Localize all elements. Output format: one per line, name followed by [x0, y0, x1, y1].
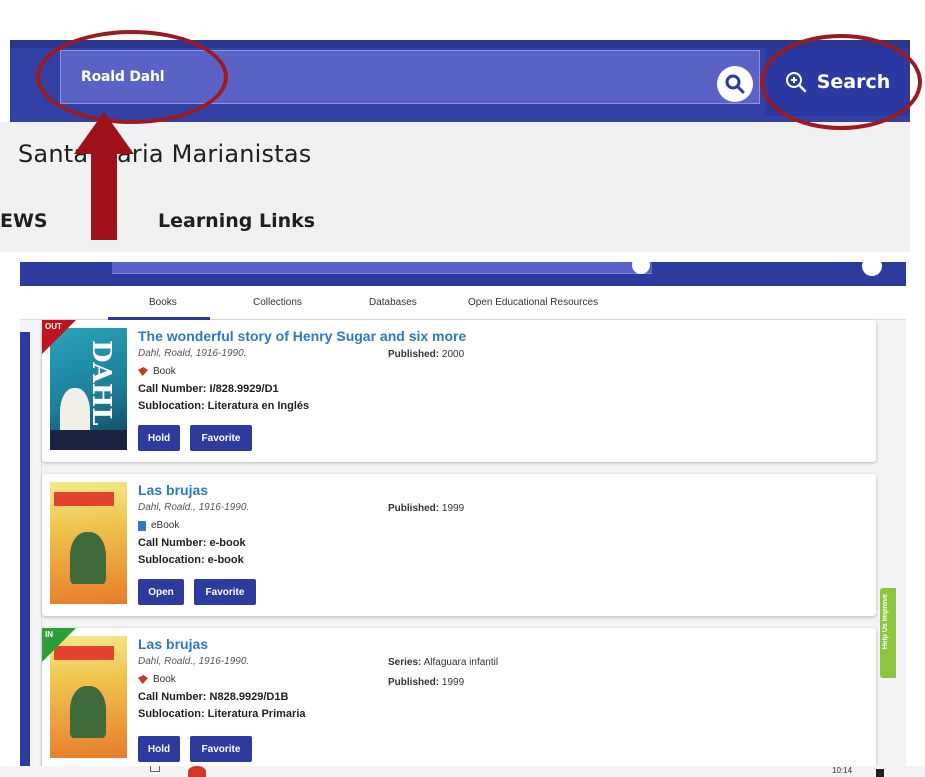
call-number-label: Call Number:: [138, 537, 207, 549]
availability-label: OUT: [45, 322, 62, 331]
result-published: Published: 1999: [388, 503, 464, 514]
taskbar-browser-icon[interactable]: [188, 766, 206, 777]
result-format: Book: [138, 674, 176, 685]
sublocation-label: Sublocation:: [138, 708, 205, 720]
zoom-in-icon: [785, 72, 806, 93]
favorite-button[interactable]: Favorite: [190, 736, 252, 762]
search-magnifier-button[interactable]: [717, 66, 753, 102]
hold-button[interactable]: Hold: [138, 425, 180, 451]
published-value: 2000: [441, 349, 465, 360]
search-input[interactable]: Roald Dahl: [60, 50, 760, 104]
call-number-value: N828.9929/D1B: [209, 691, 289, 703]
result-format: Book: [138, 366, 176, 377]
results-screenshot: Books Collections Databases Open Educati…: [20, 262, 906, 777]
book-icon: [138, 367, 148, 376]
open-button[interactable]: Open: [138, 579, 184, 605]
annotation-arrow-head: [74, 112, 134, 154]
call-number-value: I/828.9929/D1: [209, 383, 279, 395]
search-button-label: Search: [816, 71, 891, 93]
published-value: 1999: [441, 503, 465, 514]
sublocation: Sublocation: Literatura en Inglés: [138, 400, 309, 412]
result-published: Published: 1999: [388, 677, 464, 688]
result-series: Series: Alfaguara infantil: [388, 657, 498, 668]
page-top-background: [0, 0, 925, 40]
availability-label: IN: [45, 630, 53, 639]
taskbar-notification-icon[interactable]: [876, 769, 884, 777]
published-label: Published:: [388, 503, 440, 514]
call-number-label: Call Number:: [138, 383, 207, 395]
ebook-icon: [138, 520, 146, 531]
published-label: Published:: [388, 349, 440, 360]
format-label: Book: [153, 366, 176, 377]
help-us-improve-label: Help Us Improve: [882, 594, 889, 650]
sublocation-label: Sublocation:: [138, 554, 205, 566]
series-value: Alfaguara infantil: [423, 657, 499, 668]
call-number-value: e-book: [209, 537, 246, 549]
library-name: Santa Maria Marianistas: [18, 140, 312, 168]
book-icon: [138, 675, 148, 684]
call-number-label: Call Number:: [138, 691, 207, 703]
sublocation-value: Literatura en Inglés: [207, 400, 310, 412]
search-input-value: Roald Dahl: [81, 69, 165, 85]
result-card: IN Las brujas Dahl, Roald., 1916-1990. S…: [42, 628, 876, 777]
menu-item-news[interactable]: EWS: [0, 210, 48, 232]
taskbar-file-explorer-icon[interactable]: [150, 766, 160, 772]
call-number: Call Number: N828.9929/D1B: [138, 691, 288, 703]
results-search-input[interactable]: [112, 262, 652, 274]
left-facet-rail: [20, 332, 30, 777]
magnifier-icon: [725, 74, 745, 94]
published-value: 1999: [441, 677, 465, 688]
cover-art-figure: [70, 686, 106, 738]
book-cover[interactable]: [50, 482, 127, 604]
result-author: Dahl, Roald., 1916-1990.: [138, 502, 250, 513]
published-label: Published:: [388, 677, 440, 688]
cover-art-band: [50, 430, 127, 450]
result-published: Published: 2000: [388, 349, 464, 360]
result-author: Dahl, Roald., 1916-1990.: [138, 656, 250, 667]
cover-art: DAHL: [86, 340, 116, 426]
tab-collections[interactable]: Collections: [253, 297, 302, 308]
result-author: Dahl, Roald, 1916-1990.: [138, 348, 247, 359]
results-tab-bar: Books Collections Databases Open Educati…: [20, 286, 906, 320]
tab-databases[interactable]: Databases: [369, 297, 417, 308]
os-taskbar: [0, 766, 925, 777]
result-format: eBook: [138, 520, 179, 531]
result-card: DAHL OUT The wonderful story of Henry Su…: [42, 320, 876, 462]
hold-button[interactable]: Hold: [138, 736, 180, 762]
left-rail-gutter: [30, 332, 42, 777]
help-us-improve-tab[interactable]: Help Us Improve: [880, 588, 896, 678]
favorite-button[interactable]: Favorite: [194, 579, 256, 605]
call-number: Call Number: I/828.9929/D1: [138, 383, 279, 395]
cover-art-figure: [70, 532, 106, 584]
result-card: Las brujas Dahl, Roald., 1916-1990. Publ…: [42, 474, 876, 616]
menu-item-learning-links[interactable]: Learning Links: [158, 210, 315, 232]
search-button[interactable]: Search: [765, 48, 910, 116]
results-nav-search-icon[interactable]: [862, 262, 882, 276]
format-label: eBook: [151, 520, 180, 531]
results-nav-bar: [20, 262, 906, 286]
call-number: Call Number: e-book: [138, 537, 246, 549]
tab-open-educational-resources[interactable]: Open Educational Resources: [468, 297, 598, 308]
cover-art-title-band: [54, 492, 114, 506]
favorite-button[interactable]: Favorite: [190, 425, 252, 451]
series-label: Series:: [388, 657, 422, 668]
result-title-link[interactable]: The wonderful story of Henry Sugar and s…: [138, 328, 466, 344]
sublocation-value: Literatura Primaria: [207, 708, 306, 720]
annotation-arrow-shaft: [91, 150, 117, 240]
sublocation: Sublocation: Literatura Primaria: [138, 708, 306, 720]
sublocation-value: e-book: [207, 554, 244, 566]
sublocation-label: Sublocation:: [138, 400, 205, 412]
result-title-link[interactable]: Las brujas: [138, 482, 208, 498]
format-label: Book: [153, 674, 176, 685]
taskbar-clock: 10:14: [832, 766, 853, 775]
tab-books[interactable]: Books: [149, 297, 177, 308]
result-title-link[interactable]: Las brujas: [138, 636, 208, 652]
sublocation: Sublocation: e-book: [138, 554, 244, 566]
